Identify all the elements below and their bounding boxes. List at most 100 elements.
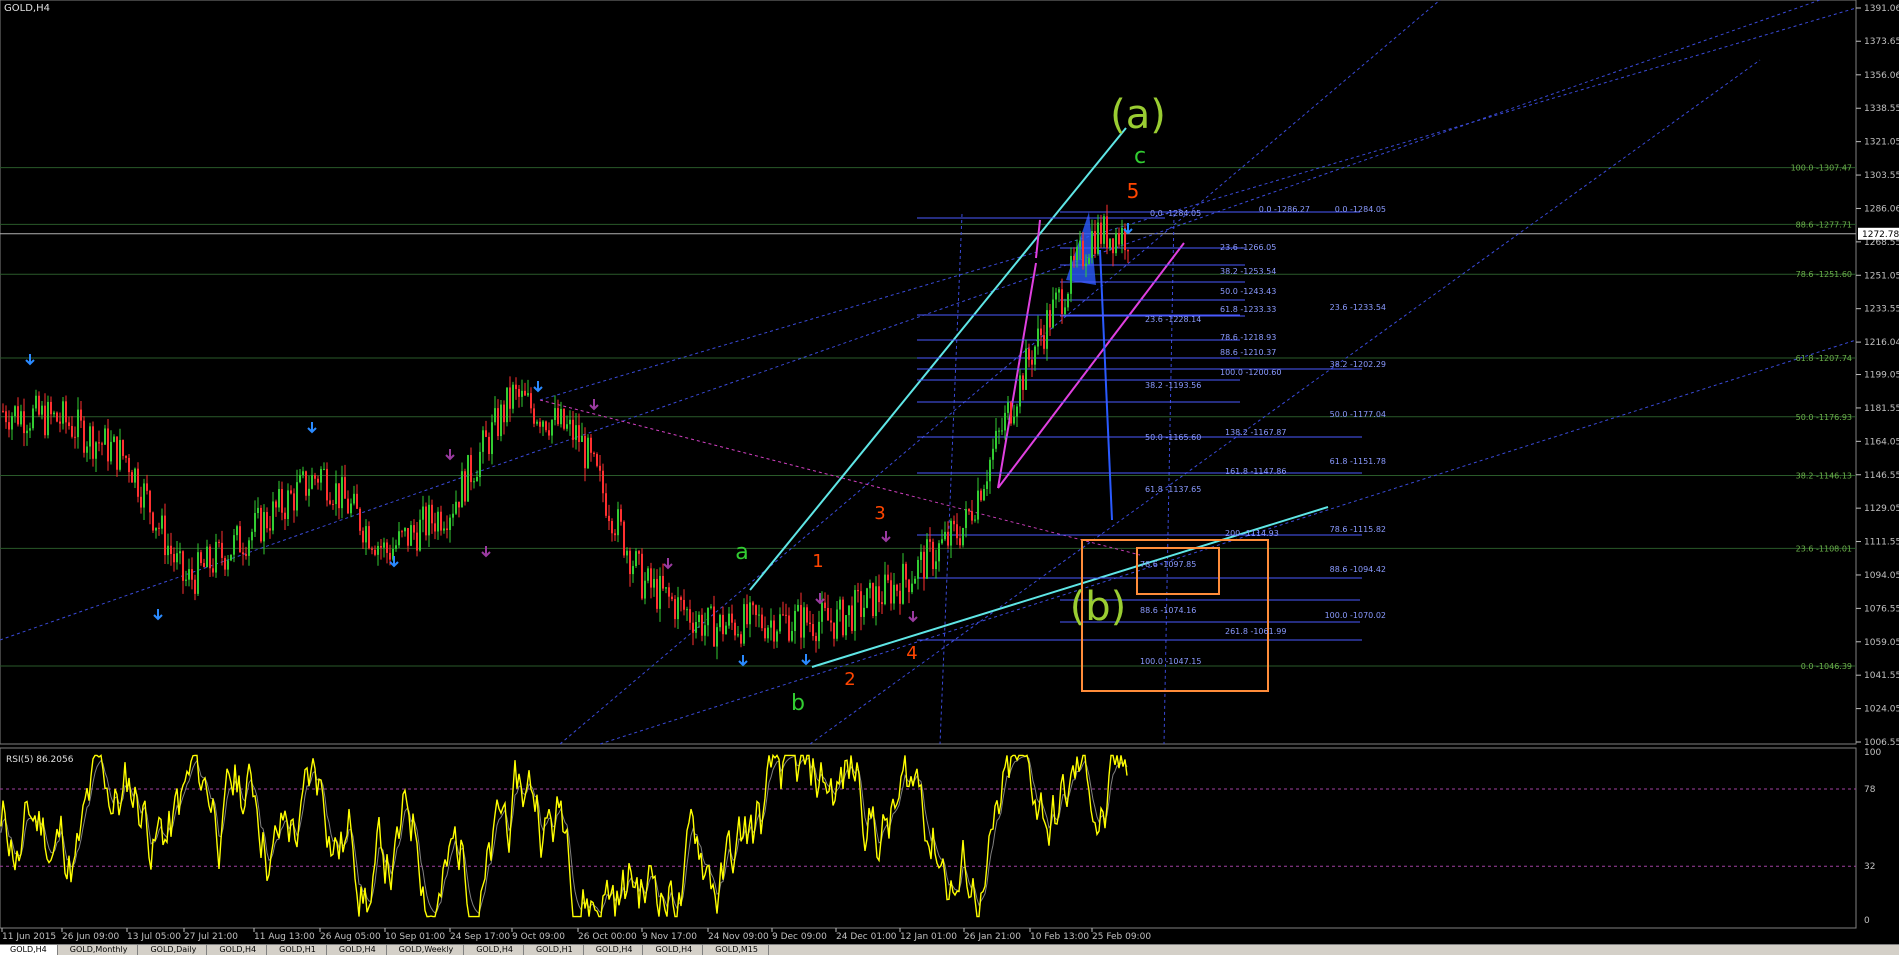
candle-body [902, 563, 904, 604]
candle-body [833, 622, 835, 639]
time-label: 10 Feb 13:00 [1030, 932, 1089, 942]
candle-body [1121, 227, 1123, 245]
candle-body [488, 436, 490, 455]
fractal-arrow [663, 558, 673, 570]
candle-body [542, 421, 544, 427]
candle-body [671, 596, 673, 600]
candle-body [416, 532, 418, 551]
fractal-arrow [153, 609, 163, 621]
candle-body [11, 416, 13, 430]
wave-labels: 0.0 -1286.27 0.0 -1284.05 23.6 -1233.54 38.… [25, 92, 1852, 716]
candle-body [1070, 255, 1072, 294]
candle-body [17, 406, 19, 425]
fib-label: 100.0 -1200.60 [1220, 368, 1281, 377]
candle-body [1079, 240, 1081, 247]
wave-label: b [791, 691, 805, 716]
candle-body [635, 551, 637, 567]
fib-label-right: 78.6 -1251.60 [1796, 270, 1852, 279]
candle-body [143, 483, 145, 508]
candle-body [515, 384, 517, 389]
candle-body [473, 481, 475, 483]
candle-body [242, 552, 244, 555]
candle-body [719, 614, 721, 628]
candle-body [1013, 416, 1015, 424]
candle-body [1061, 289, 1063, 315]
fib-label: 88.6 -1210.37 [1220, 348, 1276, 357]
fractal-arrow [589, 399, 599, 411]
candle-body [149, 490, 151, 513]
candle-body [125, 455, 127, 458]
candle-body [158, 527, 160, 529]
candle-body [329, 500, 331, 504]
candle-body [626, 550, 628, 556]
candle-body [551, 420, 553, 436]
candle-body [707, 607, 709, 626]
price-label: 1338.55 [1864, 104, 1899, 114]
candle-body [263, 512, 265, 542]
candle-body [308, 488, 310, 496]
candle-body [683, 599, 685, 610]
candle-body [581, 435, 583, 442]
candle-body [620, 509, 622, 522]
candle-body [818, 621, 820, 642]
candle-body [755, 605, 757, 616]
fib-label: 78.6 -1115.82 [1330, 525, 1386, 534]
candle-body [554, 408, 556, 421]
candle-body [1073, 255, 1075, 261]
candle-body [41, 405, 43, 415]
candle-body [5, 411, 7, 423]
candle-body [89, 426, 91, 447]
candle-body [713, 606, 715, 647]
fib-label: 38.2 -1193.56 [1145, 381, 1201, 390]
candle-body [359, 508, 361, 531]
candle-body [935, 561, 937, 570]
candle-body [785, 614, 787, 616]
candle-body [794, 610, 796, 632]
candle-body [491, 422, 493, 455]
candle-body [506, 387, 508, 423]
fib-label: 138.2 -1167.87 [1225, 428, 1286, 437]
time-label: 11 Jun 2015 [2, 932, 56, 942]
resistance-line [539, 399, 1141, 556]
candle-body [716, 627, 718, 647]
fib-label: 61.8 -1137.65 [1145, 485, 1201, 494]
candle-body [1049, 310, 1051, 328]
price-label: 1129.05 [1864, 504, 1899, 514]
candle-body [827, 607, 829, 621]
candle-body [1046, 310, 1048, 349]
time-label: 12 Jan 01:00 [900, 932, 957, 942]
candle-body [524, 390, 526, 396]
candle-body [332, 503, 334, 505]
candle-body [578, 425, 580, 442]
candle-body [182, 551, 184, 581]
candle-body [65, 401, 67, 423]
candle-body [854, 590, 856, 631]
fib-label: 0.0 -1286.27 [1259, 205, 1310, 214]
candle-body [1034, 346, 1036, 365]
rsi-axis-label: 32 [1864, 862, 1875, 872]
candle-body [1043, 335, 1045, 349]
candle-body [911, 583, 913, 593]
price-label: 1164.05 [1864, 437, 1899, 447]
fractal-arrow [445, 449, 455, 461]
candle-body [758, 614, 760, 616]
candle-body [623, 521, 625, 556]
candle-body [905, 563, 907, 580]
candle-body [746, 604, 748, 625]
fractal-arrow [307, 422, 317, 434]
candle-body [176, 553, 178, 563]
candle-body [479, 451, 481, 478]
fib-label-right: 38.2 -1146.13 [1796, 472, 1852, 481]
candle-body [386, 542, 388, 553]
fib-label: 261.8 -1061.99 [1225, 627, 1286, 636]
candle-body [38, 395, 40, 415]
candle-body [1058, 289, 1060, 293]
candle-body [629, 550, 631, 575]
candle-body [857, 590, 859, 592]
fib-label: 88.6 -1074.16 [1140, 606, 1196, 615]
candle-body [923, 551, 925, 579]
fib-label-right: 88.6 -1277.71 [1796, 220, 1852, 229]
candle-body [404, 527, 406, 532]
fib-label: 61.8 -1233.33 [1220, 305, 1276, 314]
candle-body [1127, 250, 1129, 252]
